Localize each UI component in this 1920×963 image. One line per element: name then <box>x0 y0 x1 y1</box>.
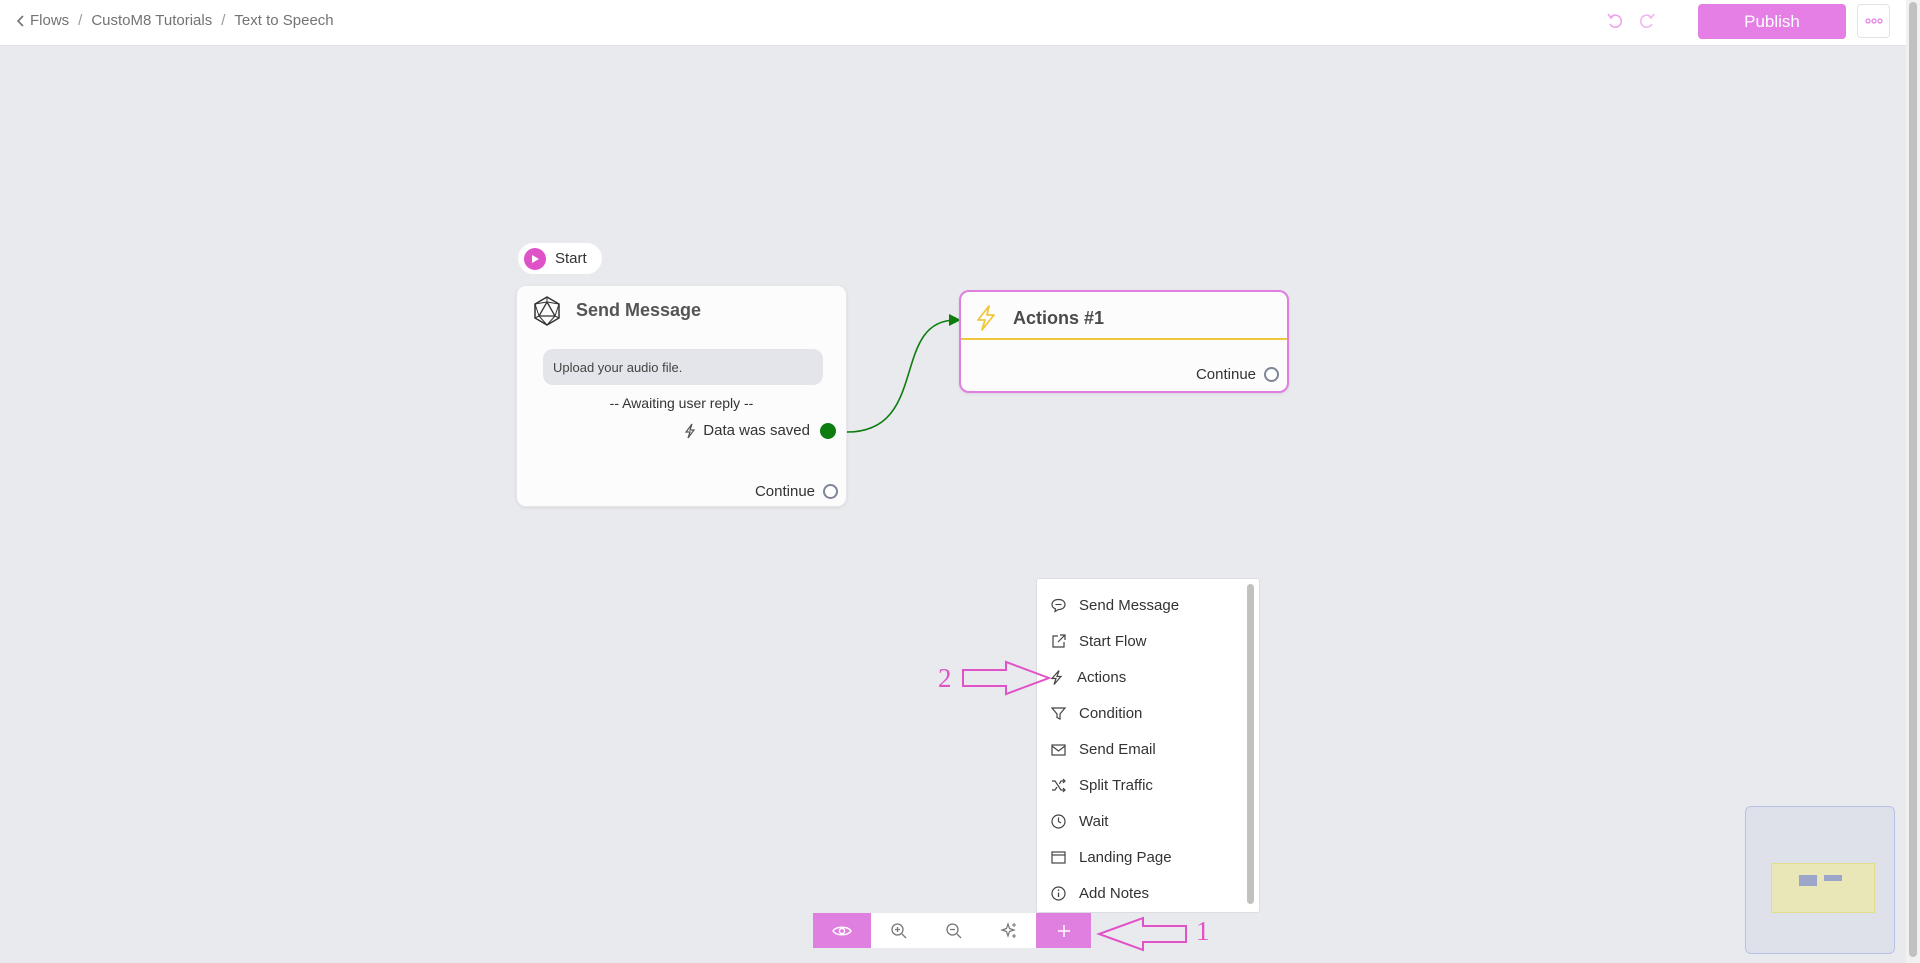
info-icon <box>1051 885 1066 901</box>
awaiting-reply-text: -- Awaiting user reply -- <box>609 395 754 411</box>
send-message-node[interactable]: Send Message Upload your audio file. -- … <box>516 285 847 507</box>
menu-item-label: Add Notes <box>1079 884 1150 902</box>
menu-item-label: Actions <box>1077 668 1127 686</box>
undo-icon[interactable] <box>1604 10 1626 32</box>
continue-output: Continue <box>1196 366 1279 383</box>
message-bubble: Upload your audio file. <box>543 349 823 385</box>
continue-output: Continue <box>755 483 838 500</box>
breadcrumb-folder[interactable]: CustoM8 Tutorials <box>91 12 212 29</box>
zoom-out-button[interactable] <box>926 913 981 948</box>
breadcrumb-flows[interactable]: Flows <box>30 12 69 29</box>
continue-label: Continue <box>754 483 815 500</box>
bolt-icon <box>685 423 696 438</box>
bolt-icon <box>1050 669 1063 685</box>
output-port[interactable] <box>1264 367 1279 382</box>
menu-item-send-message[interactable]: Send Message <box>1037 590 1247 620</box>
annotation-number-2: 2 <box>938 663 952 693</box>
ellipsis-icon <box>1864 18 1883 24</box>
connector-line <box>846 319 957 433</box>
tutorial-arrows <box>962 660 1187 952</box>
event-label: Data was saved <box>703 422 810 439</box>
menu-item-label: Condition <box>1079 704 1143 722</box>
output-port[interactable] <box>823 484 838 499</box>
redo-icon[interactable] <box>1636 10 1658 32</box>
node-header-divider <box>961 338 1287 340</box>
browser-window-icon <box>1051 850 1066 864</box>
publish-button[interactable]: Publish <box>1698 4 1846 39</box>
continue-label: Continue <box>1195 366 1256 383</box>
icosahedron-icon <box>534 296 560 326</box>
menu-item-label: Landing Page <box>1079 848 1172 866</box>
menu-item-label: Send Email <box>1079 740 1156 758</box>
node-title: Actions #1 <box>1013 308 1105 328</box>
envelope-icon <box>1051 743 1066 756</box>
zoom-out-icon <box>945 922 961 938</box>
menu-item-start-flow[interactable]: Start Flow <box>1037 626 1247 656</box>
actions-node[interactable]: Actions #1 Continue <box>959 290 1289 393</box>
vertical-scrollbar[interactable] <box>1906 0 1920 963</box>
node-title: Send Message <box>576 300 702 320</box>
minimap-viewport[interactable] <box>1771 863 1875 913</box>
menu-item-send-email[interactable]: Send Email <box>1037 734 1247 764</box>
minimap-node <box>1824 875 1842 881</box>
add-node-menu: Send Message Start Flow Actions Conditio… <box>1036 578 1260 913</box>
flow-connector <box>846 314 961 433</box>
add-node-button[interactable] <box>1036 913 1091 948</box>
external-link-icon <box>1052 633 1066 648</box>
minimap[interactable] <box>1745 806 1895 954</box>
eye-icon <box>832 926 852 935</box>
menu-item-label: Send Message <box>1079 596 1180 614</box>
zoom-in-button[interactable] <box>871 913 926 948</box>
magic-wand-icon <box>999 921 1016 938</box>
menu-item-add-notes[interactable]: Add Notes <box>1037 878 1247 908</box>
breadcrumb: Flows / CustoM8 Tutorials / Text to Spee… <box>14 12 334 29</box>
chat-bubble-icon <box>1051 598 1066 613</box>
breadcrumb-separator: / <box>221 12 226 29</box>
more-options-button[interactable] <box>1857 4 1890 38</box>
start-label: Start <box>555 250 587 267</box>
menu-item-wait[interactable]: Wait <box>1037 806 1247 836</box>
auto-layout-button[interactable] <box>981 913 1036 948</box>
connected-port[interactable] <box>820 422 836 439</box>
start-trigger[interactable]: Start <box>518 243 602 274</box>
plus-icon <box>1057 924 1070 937</box>
bolt-icon <box>977 305 995 331</box>
menu-item-actions[interactable]: Actions <box>1037 662 1247 692</box>
annotation-arrow-1 <box>1096 916 1187 952</box>
preview-button[interactable] <box>813 913 871 948</box>
zoom-in-icon <box>890 922 906 938</box>
menu-item-condition[interactable]: Condition <box>1037 698 1247 728</box>
annotation-number-1: 1 <box>1196 916 1210 946</box>
shuffle-icon <box>1052 778 1066 792</box>
menu-item-label: Wait <box>1079 812 1109 830</box>
menu-item-split-traffic[interactable]: Split Traffic <box>1037 770 1247 800</box>
breadcrumb-current: Text to Speech <box>234 12 334 29</box>
scrollbar-thumb[interactable] <box>1909 2 1917 957</box>
clock-icon <box>1051 813 1066 829</box>
menu-item-label: Split Traffic <box>1079 776 1153 794</box>
menu-scrollbar[interactable] <box>1247 584 1254 904</box>
chevron-left-icon[interactable] <box>14 13 28 29</box>
top-bar: Flows / CustoM8 Tutorials / Text to Spee… <box>0 0 1906 46</box>
breadcrumb-separator: / <box>78 12 83 29</box>
filter-icon <box>1050 706 1067 720</box>
minimap-node <box>1799 875 1817 886</box>
play-icon <box>524 247 546 270</box>
canvas-controls <box>871 913 1036 948</box>
menu-item-landing-page[interactable]: Landing Page <box>1037 842 1247 872</box>
menu-item-label: Start Flow <box>1079 632 1147 650</box>
data-saved-output: Data was saved <box>683 422 836 439</box>
